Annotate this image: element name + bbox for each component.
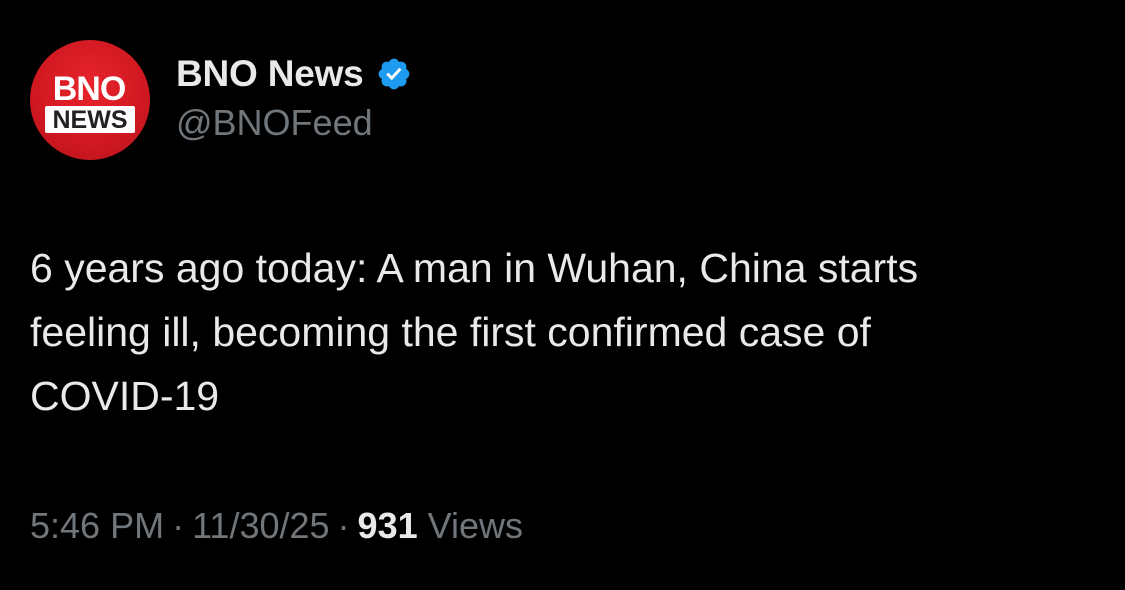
tweet-meta: 5:46 PM · 11/30/25 · 931 Views [30,505,523,547]
views-label: Views [427,505,524,546]
views-count: 931 [357,505,418,546]
verified-badge-icon[interactable] [376,56,412,92]
meta-separator: · [172,505,185,546]
meta-separator: · [337,505,350,546]
tweet-card: BNO NEWS BNO News @BNOFeed 6 years ago t… [0,0,1125,590]
avatar-logo-top-text: BNO [53,70,126,108]
display-name[interactable]: BNO News [176,53,364,95]
bno-news-logo: BNO NEWS [45,70,135,134]
avatar[interactable]: BNO NEWS [30,40,150,160]
tweet-text-line: feeling ill, becoming the first confirme… [30,309,871,355]
avatar-logo-bottom-text: NEWS [53,106,128,134]
tweet-text-line: 6 years ago today: A man in Wuhan, China… [30,245,919,291]
author-info: BNO News @BNOFeed [176,50,412,144]
user-handle[interactable]: @BNOFeed [176,102,412,144]
tweet-time[interactable]: 5:46 PM [30,505,164,546]
tweet-date[interactable]: 11/30/25 [192,505,329,546]
tweet-text: 6 years ago today: A man in Wuhan, China… [30,236,1100,428]
tweet-text-line: COVID-19 [30,373,220,419]
name-row: BNO News [176,50,412,98]
